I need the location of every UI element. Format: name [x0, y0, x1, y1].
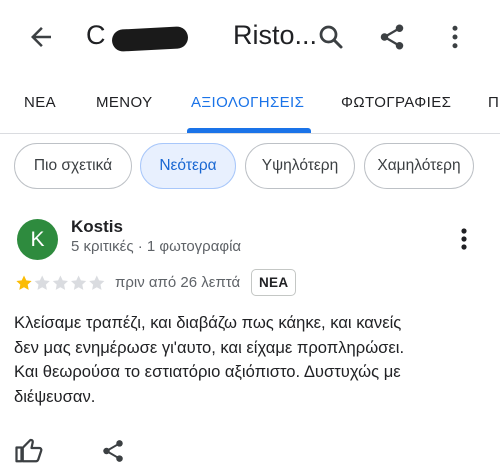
tab-reviews[interactable]: ΑΞΙΟΛΟΓΗΣΕΙΣ: [191, 94, 304, 111]
review-author[interactable]: Kostis: [71, 217, 123, 237]
star-empty-icon: [34, 275, 50, 290]
review-time: πριν από 26 λεπτά: [115, 274, 241, 291]
star-empty-icon: [52, 275, 68, 290]
review-line: διέψευσαν.: [14, 386, 96, 406]
share-icon[interactable]: [100, 437, 126, 465]
review-text: Κλείσαμε τραπέζι, και διαβάζω πως κάηκε,…: [14, 311, 494, 409]
more-vert-icon[interactable]: [440, 22, 470, 52]
star-empty-icon: [89, 275, 105, 290]
review-line: Και θεωρούσα το εστιατόριο αξιόπιστο. Δυ…: [14, 362, 401, 381]
stars-svg: [16, 275, 105, 290]
tab-photos[interactable]: ΦΩΤΟΓΡΑΦΙΕΣ: [341, 94, 451, 111]
review-line: δεν μας ενημέρωσε γι'αυτο, και είχαμε πρ…: [14, 337, 405, 357]
chip-highest[interactable]: Υψηλότερη: [245, 143, 355, 189]
arrow-left-icon[interactable]: [26, 22, 56, 52]
review-line: Κλείσαμε τραπέζι, και διαβάζω πως κάηκε,…: [14, 313, 402, 332]
review-more-vert-icon[interactable]: [452, 224, 476, 254]
active-tab-indicator: [187, 128, 311, 133]
app-bar: C Risto...: [0, 0, 500, 72]
chip-lowest[interactable]: Χαμηλότερη: [364, 143, 474, 189]
tab-more[interactable]: Π: [488, 94, 499, 111]
star-filled-icon: [16, 275, 32, 290]
thumbs-up-icon[interactable]: [14, 435, 44, 465]
avatar[interactable]: K: [17, 219, 58, 260]
star-empty-icon: [71, 275, 87, 290]
search-icon[interactable]: [316, 22, 346, 52]
tab-bar: ΝΕΑ ΜΕΝΟΥ ΑΞΙΟΛΟΓΗΣΕΙΣ ΦΩΤΟΓΡΑΦΙΕΣ Π: [0, 72, 500, 134]
redaction-scribble: [111, 26, 189, 52]
chip-newest[interactable]: Νεότερα: [140, 143, 236, 189]
new-badge: ΝΕΑ: [251, 269, 297, 296]
chip-most-relevant[interactable]: Πιο σχετικά: [14, 143, 132, 189]
star-rating: [15, 273, 107, 293]
author-meta: 5 κριτικές · 1 φωτογραφία: [71, 238, 242, 255]
tab-menu[interactable]: ΜΕΝΟΥ: [96, 94, 153, 111]
share-icon[interactable]: [377, 22, 407, 52]
tab-news[interactable]: ΝΕΑ: [24, 94, 56, 111]
